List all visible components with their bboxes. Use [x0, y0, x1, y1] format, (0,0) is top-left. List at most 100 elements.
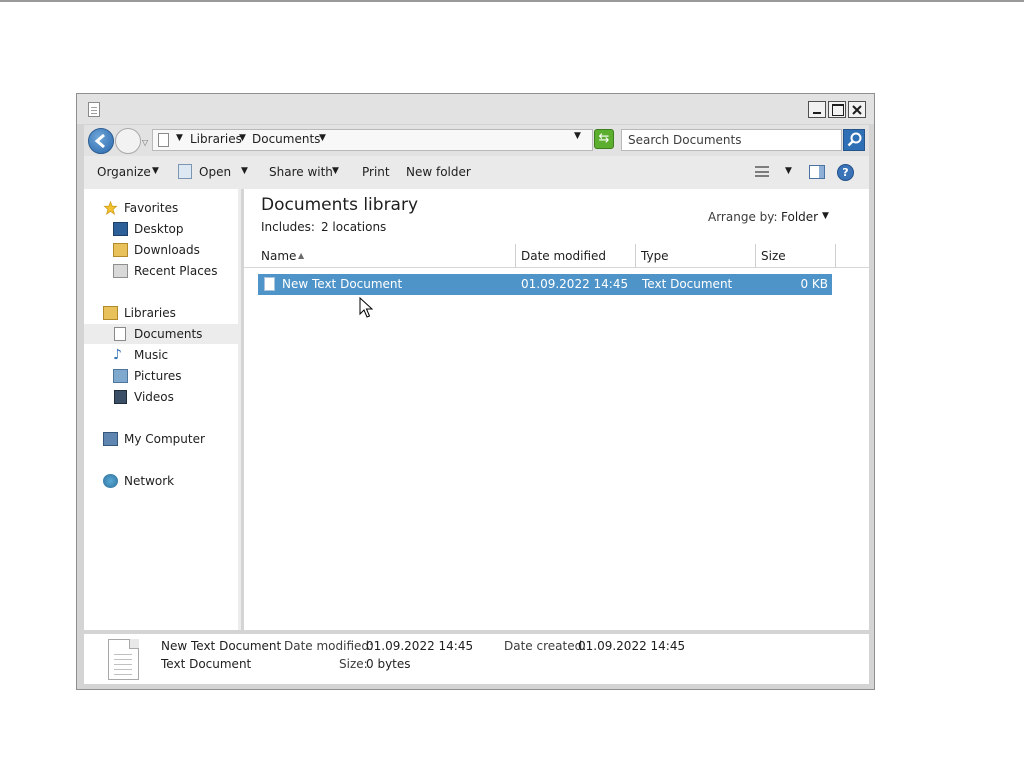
details-file-type: Text Document: [161, 657, 252, 671]
file-type: Text Document: [642, 277, 733, 291]
view-options-icon[interactable]: [755, 166, 769, 177]
arrange-by-dropdown[interactable]: Folder: [781, 210, 818, 224]
share-with-chevron-icon[interactable]: ▼: [332, 166, 339, 176]
arrow-left-icon: [94, 133, 105, 149]
nav-item-downloads[interactable]: Downloads: [84, 240, 238, 260]
nav-item-videos-label: Videos: [134, 390, 174, 404]
library-locations-link[interactable]: 2 locations: [321, 220, 386, 234]
videos-icon: [114, 390, 127, 404]
open-button[interactable]: Open: [199, 165, 231, 179]
new-folder-button[interactable]: New folder: [406, 165, 471, 179]
nav-libraries[interactable]: Libraries: [84, 303, 238, 323]
explorer-window: ▽ ▼ Libraries ▼ Documents ▼ ▼ ⇆ Organize…: [76, 93, 875, 690]
nav-item-recent-places-label: Recent Places: [134, 264, 218, 278]
nav-network[interactable]: Network: [84, 471, 238, 491]
address-bar[interactable]: ▼ Libraries ▼ Documents ▼: [152, 129, 593, 151]
libraries-folder-icon: [103, 306, 118, 320]
nav-libraries-label: Libraries: [124, 306, 176, 320]
nav-favorites[interactable]: Favorites: [84, 198, 238, 218]
downloads-folder-icon: [113, 243, 128, 257]
documents-icon: [114, 327, 126, 341]
file-date-modified: 01.09.2022 14:45: [521, 277, 629, 291]
breadcrumb-libraries-chevron-icon[interactable]: ▼: [239, 133, 246, 143]
navigation-pane: Favorites Desktop Downloads Recent Place…: [84, 189, 241, 630]
nav-item-pictures[interactable]: Pictures: [84, 366, 238, 386]
command-bar: Organize ▼ Open ▼ Share with ▼ Print New…: [84, 156, 869, 189]
maximize-button[interactable]: [828, 101, 846, 118]
details-date-modified-value: 01.09.2022 14:45: [366, 639, 474, 653]
details-size-label: Size:: [339, 657, 368, 671]
column-header-type[interactable]: Type: [636, 244, 756, 268]
file-row[interactable]: New Text Document 01.09.2022 14:45 Text …: [258, 274, 832, 295]
breadcrumb-documents[interactable]: Documents: [252, 132, 320, 146]
document-icon: [88, 102, 100, 117]
back-button[interactable]: [88, 128, 114, 154]
column-header-name[interactable]: Name ▲: [244, 244, 516, 268]
refresh-button[interactable]: ⇆: [594, 129, 614, 149]
pictures-icon: [113, 369, 128, 383]
search-input[interactable]: [622, 130, 841, 150]
refresh-icon: ⇆: [598, 131, 610, 146]
recent-places-icon: [113, 264, 128, 278]
nav-item-documents-label: Documents: [134, 327, 203, 341]
notepad-icon: [178, 164, 192, 179]
arrange-by-label: Arrange by:: [708, 210, 778, 224]
breadcrumb-libraries[interactable]: Libraries: [190, 132, 242, 146]
screen-top-border: [0, 0, 1024, 2]
recent-pages-chevron-icon[interactable]: ▽: [142, 138, 148, 147]
forward-button[interactable]: [115, 128, 141, 154]
details-date-modified-label: Date modified:: [284, 639, 374, 653]
organize-button[interactable]: Organize: [97, 165, 151, 179]
details-date-created-value: 01.09.2022 14:45: [578, 639, 686, 653]
organize-chevron-icon[interactable]: ▼: [152, 166, 159, 176]
minimize-button[interactable]: [808, 101, 826, 118]
address-history-dropdown-icon[interactable]: ▼: [574, 131, 581, 141]
nav-item-recent-places[interactable]: Recent Places: [84, 261, 238, 281]
column-header-filler: [836, 244, 869, 268]
file-list-pane: Documents library Includes: 2 locations A…: [244, 189, 869, 630]
nav-network-label: Network: [124, 474, 175, 488]
nav-item-pictures-label: Pictures: [134, 369, 182, 383]
search-button[interactable]: [843, 129, 865, 151]
file-size: 0 KB: [800, 277, 828, 291]
nav-item-videos[interactable]: Videos: [84, 387, 238, 407]
library-title: Documents library: [261, 195, 419, 215]
library-icon: [158, 133, 169, 147]
nav-item-downloads-label: Downloads: [134, 243, 200, 257]
close-button[interactable]: [848, 101, 866, 118]
nav-favorites-label: Favorites: [124, 201, 179, 215]
title-bar[interactable]: [77, 94, 874, 124]
library-includes: Includes: 2 locations: [261, 220, 386, 234]
computer-icon: [103, 432, 118, 446]
print-button[interactable]: Print: [362, 165, 390, 179]
text-file-icon: [264, 277, 275, 291]
view-options-chevron-icon[interactable]: ▼: [785, 166, 792, 176]
nav-item-music-label: Music: [134, 348, 169, 362]
share-with-button[interactable]: Share with: [269, 165, 333, 179]
column-header-size[interactable]: Size: [756, 244, 836, 268]
search-box[interactable]: [621, 129, 842, 151]
details-size-value: 0 bytes: [366, 657, 411, 671]
nav-item-desktop[interactable]: Desktop: [84, 219, 238, 239]
nav-item-desktop-label: Desktop: [134, 222, 184, 236]
help-icon[interactable]: ?: [837, 164, 854, 181]
nav-my-computer[interactable]: My Computer: [84, 429, 238, 449]
close-icon: [852, 105, 862, 115]
nav-item-music[interactable]: ♪ Music: [84, 345, 238, 365]
network-icon: [103, 474, 118, 488]
details-file-name: New Text Document: [161, 639, 282, 653]
details-date-created-label: Date created:: [504, 639, 587, 653]
preview-pane-icon[interactable]: [809, 165, 825, 179]
column-header-date-modified[interactable]: Date modified: [516, 244, 636, 268]
desktop-icon: [113, 222, 128, 236]
arrange-by-chevron-icon[interactable]: ▼: [822, 211, 829, 221]
star-icon: [103, 201, 118, 215]
nav-my-computer-label: My Computer: [124, 432, 205, 446]
file-name: New Text Document: [282, 277, 403, 291]
nav-item-documents[interactable]: Documents: [84, 324, 238, 344]
address-row: ▽ ▼ Libraries ▼ Documents ▼ ▼ ⇆: [84, 125, 869, 156]
text-document-large-icon: [108, 639, 139, 680]
breadcrumb-root-chevron-icon[interactable]: ▼: [176, 133, 183, 143]
breadcrumb-documents-chevron-icon[interactable]: ▼: [319, 133, 326, 143]
open-chevron-icon[interactable]: ▼: [241, 166, 248, 176]
